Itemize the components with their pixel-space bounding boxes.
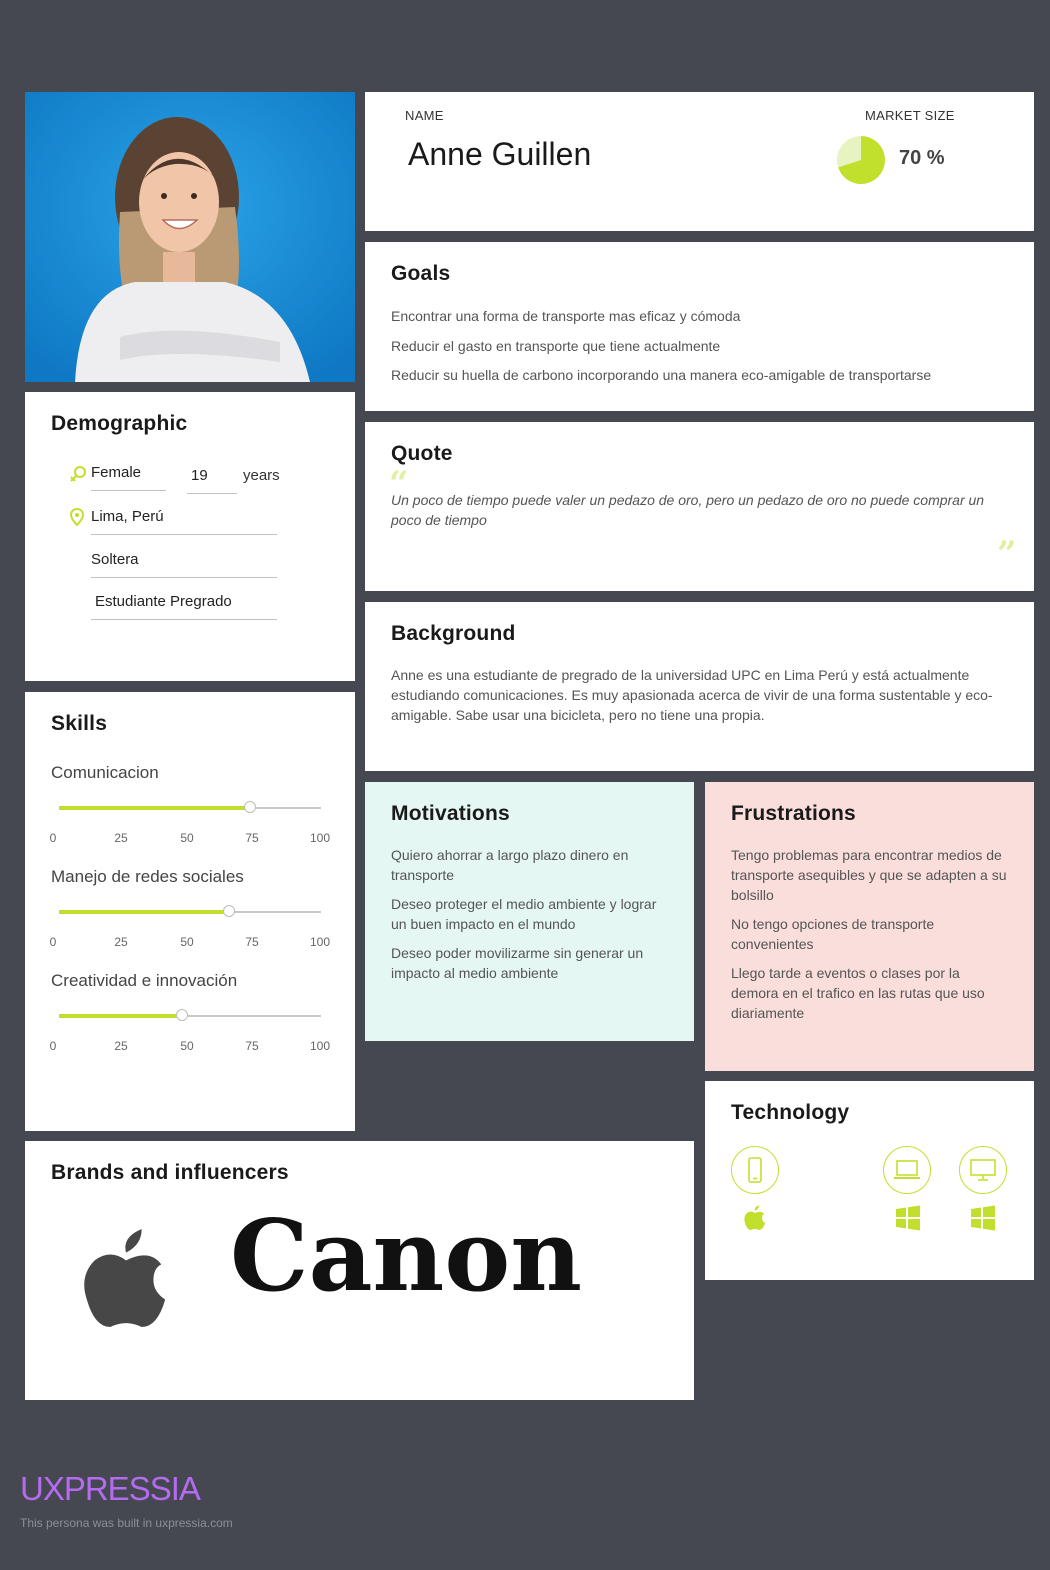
skill-label: Comunicacion <box>51 763 159 782</box>
name-label: NAME <box>405 108 444 123</box>
demographic-title: Demographic <box>51 412 188 435</box>
svg-text:Canon: Canon <box>230 1214 582 1304</box>
name-card: NAME Anne Guillen MARKET SIZE 70 % <box>365 92 1034 231</box>
location-field[interactable]: Lima, Perú <box>91 506 277 535</box>
skills-card: Skills Comunicacion 0 25 50 75 100 Manej… <box>25 692 355 1131</box>
background-text: Anne es una estudiante de pregrado de la… <box>391 667 993 723</box>
skill-slider-fill <box>59 806 251 810</box>
skill-slider-fill <box>59 1014 183 1018</box>
desktop-icon <box>959 1146 1007 1194</box>
tick-label: 50 <box>180 935 194 949</box>
tick-label: 75 <box>245 1039 259 1053</box>
goal-item: Reducir el gasto en transporte que tiene… <box>391 338 721 354</box>
motivation-item: Quiero ahorrar a largo plazo dinero en t… <box>391 847 629 883</box>
skills-title: Skills <box>51 712 108 735</box>
location-pin-icon <box>69 508 85 526</box>
goals-card: Goals Encontrar una forma de transporte … <box>365 242 1034 411</box>
frustration-item: Tengo problemas para encontrar medios de… <box>731 847 1007 903</box>
tick-label: 75 <box>245 935 259 949</box>
skill-slider[interactable] <box>59 1009 321 1021</box>
apple-logo <box>84 1229 166 1327</box>
skill-slider-thumb[interactable] <box>244 801 257 813</box>
background-title: Background <box>391 622 516 645</box>
skill-slider[interactable] <box>59 801 321 813</box>
footer-note: This persona was built in uxpressia.com <box>20 1516 233 1530</box>
marital-status-field[interactable]: Soltera <box>91 549 277 578</box>
demographic-card: Demographic Female 19 years Lima, Perú S… <box>25 392 355 681</box>
goal-item: Reducir su huella de carbono incorporand… <box>391 367 932 383</box>
tick-label: 50 <box>180 1039 194 1053</box>
tick-label: 25 <box>114 1039 128 1053</box>
tick-label: 100 <box>309 1039 331 1053</box>
frustrations-title: Frustrations <box>731 802 856 825</box>
brands-card: Brands and influencers Canon <box>25 1141 694 1400</box>
uxpressia-logo[interactable]: UXPRESSIA <box>20 1470 201 1508</box>
canon-logo: Canon <box>230 1214 582 1304</box>
motivation-item: Deseo proteger el medio ambiente y logra… <box>391 896 657 932</box>
tick-label: 75 <box>245 831 259 845</box>
motivations-title: Motivations <box>391 802 510 825</box>
skill-label: Manejo de redes sociales <box>51 867 244 886</box>
tick-label: 50 <box>180 831 194 845</box>
smartphone-icon <box>731 1146 779 1194</box>
tick-label: 0 <box>49 831 57 845</box>
background-card: Background Anne es una estudiante de pre… <box>365 602 1034 771</box>
tick-label: 100 <box>309 831 331 845</box>
quote-card: Quote “ Un poco de tiempo puede valer un… <box>365 422 1034 591</box>
persona-photo <box>25 92 355 382</box>
skill-slider-fill <box>59 910 230 914</box>
age-unit-label: years <box>243 467 280 484</box>
frustration-item: Llego tarde a eventos o clases por la de… <box>731 965 985 1021</box>
tick-label: 0 <box>49 1039 57 1053</box>
gender-field[interactable]: Female <box>91 462 166 491</box>
skill-slider-thumb[interactable] <box>176 1009 189 1021</box>
quote-title: Quote <box>391 442 453 465</box>
technology-card: Technology <box>705 1081 1034 1280</box>
market-size-value: 70 % <box>899 147 945 169</box>
goals-title: Goals <box>391 262 451 285</box>
skill-label: Creatividad e innovación <box>51 971 238 990</box>
female-icon <box>70 466 86 482</box>
close-quote-icon: ” <box>997 534 1017 574</box>
windows-icon <box>896 1205 920 1231</box>
quote-text: Un poco de tiempo puede valer un pedazo … <box>391 492 985 528</box>
market-size-pie <box>837 136 885 184</box>
windows-icon <box>971 1205 995 1231</box>
frustrations-card: Frustrations Tengo problemas para encont… <box>705 782 1034 1071</box>
tick-label: 25 <box>114 831 128 845</box>
brands-title: Brands and influencers <box>51 1161 289 1184</box>
motivations-card: Motivations Quiero ahorrar a largo plazo… <box>365 782 694 1041</box>
apple-icon <box>744 1205 765 1230</box>
occupation-field[interactable]: Estudiante Pregrado <box>91 591 277 620</box>
age-field[interactable]: 19 <box>187 465 237 494</box>
goal-item: Encontrar una forma de transporte mas ef… <box>391 308 741 324</box>
market-size-label: MARKET SIZE <box>865 108 955 123</box>
skill-slider-thumb[interactable] <box>223 905 236 917</box>
tick-label: 100 <box>309 935 331 949</box>
skill-slider[interactable] <box>59 905 321 917</box>
tick-label: 0 <box>49 935 57 949</box>
motivation-item: Deseo poder movilizarme sin generar un i… <box>391 945 644 981</box>
frustration-item: No tengo opciones de transporte convenie… <box>731 916 935 952</box>
laptop-icon <box>883 1146 931 1194</box>
persona-name: Anne Guillen <box>408 136 592 172</box>
tick-label: 25 <box>114 935 128 949</box>
technology-title: Technology <box>731 1101 850 1124</box>
